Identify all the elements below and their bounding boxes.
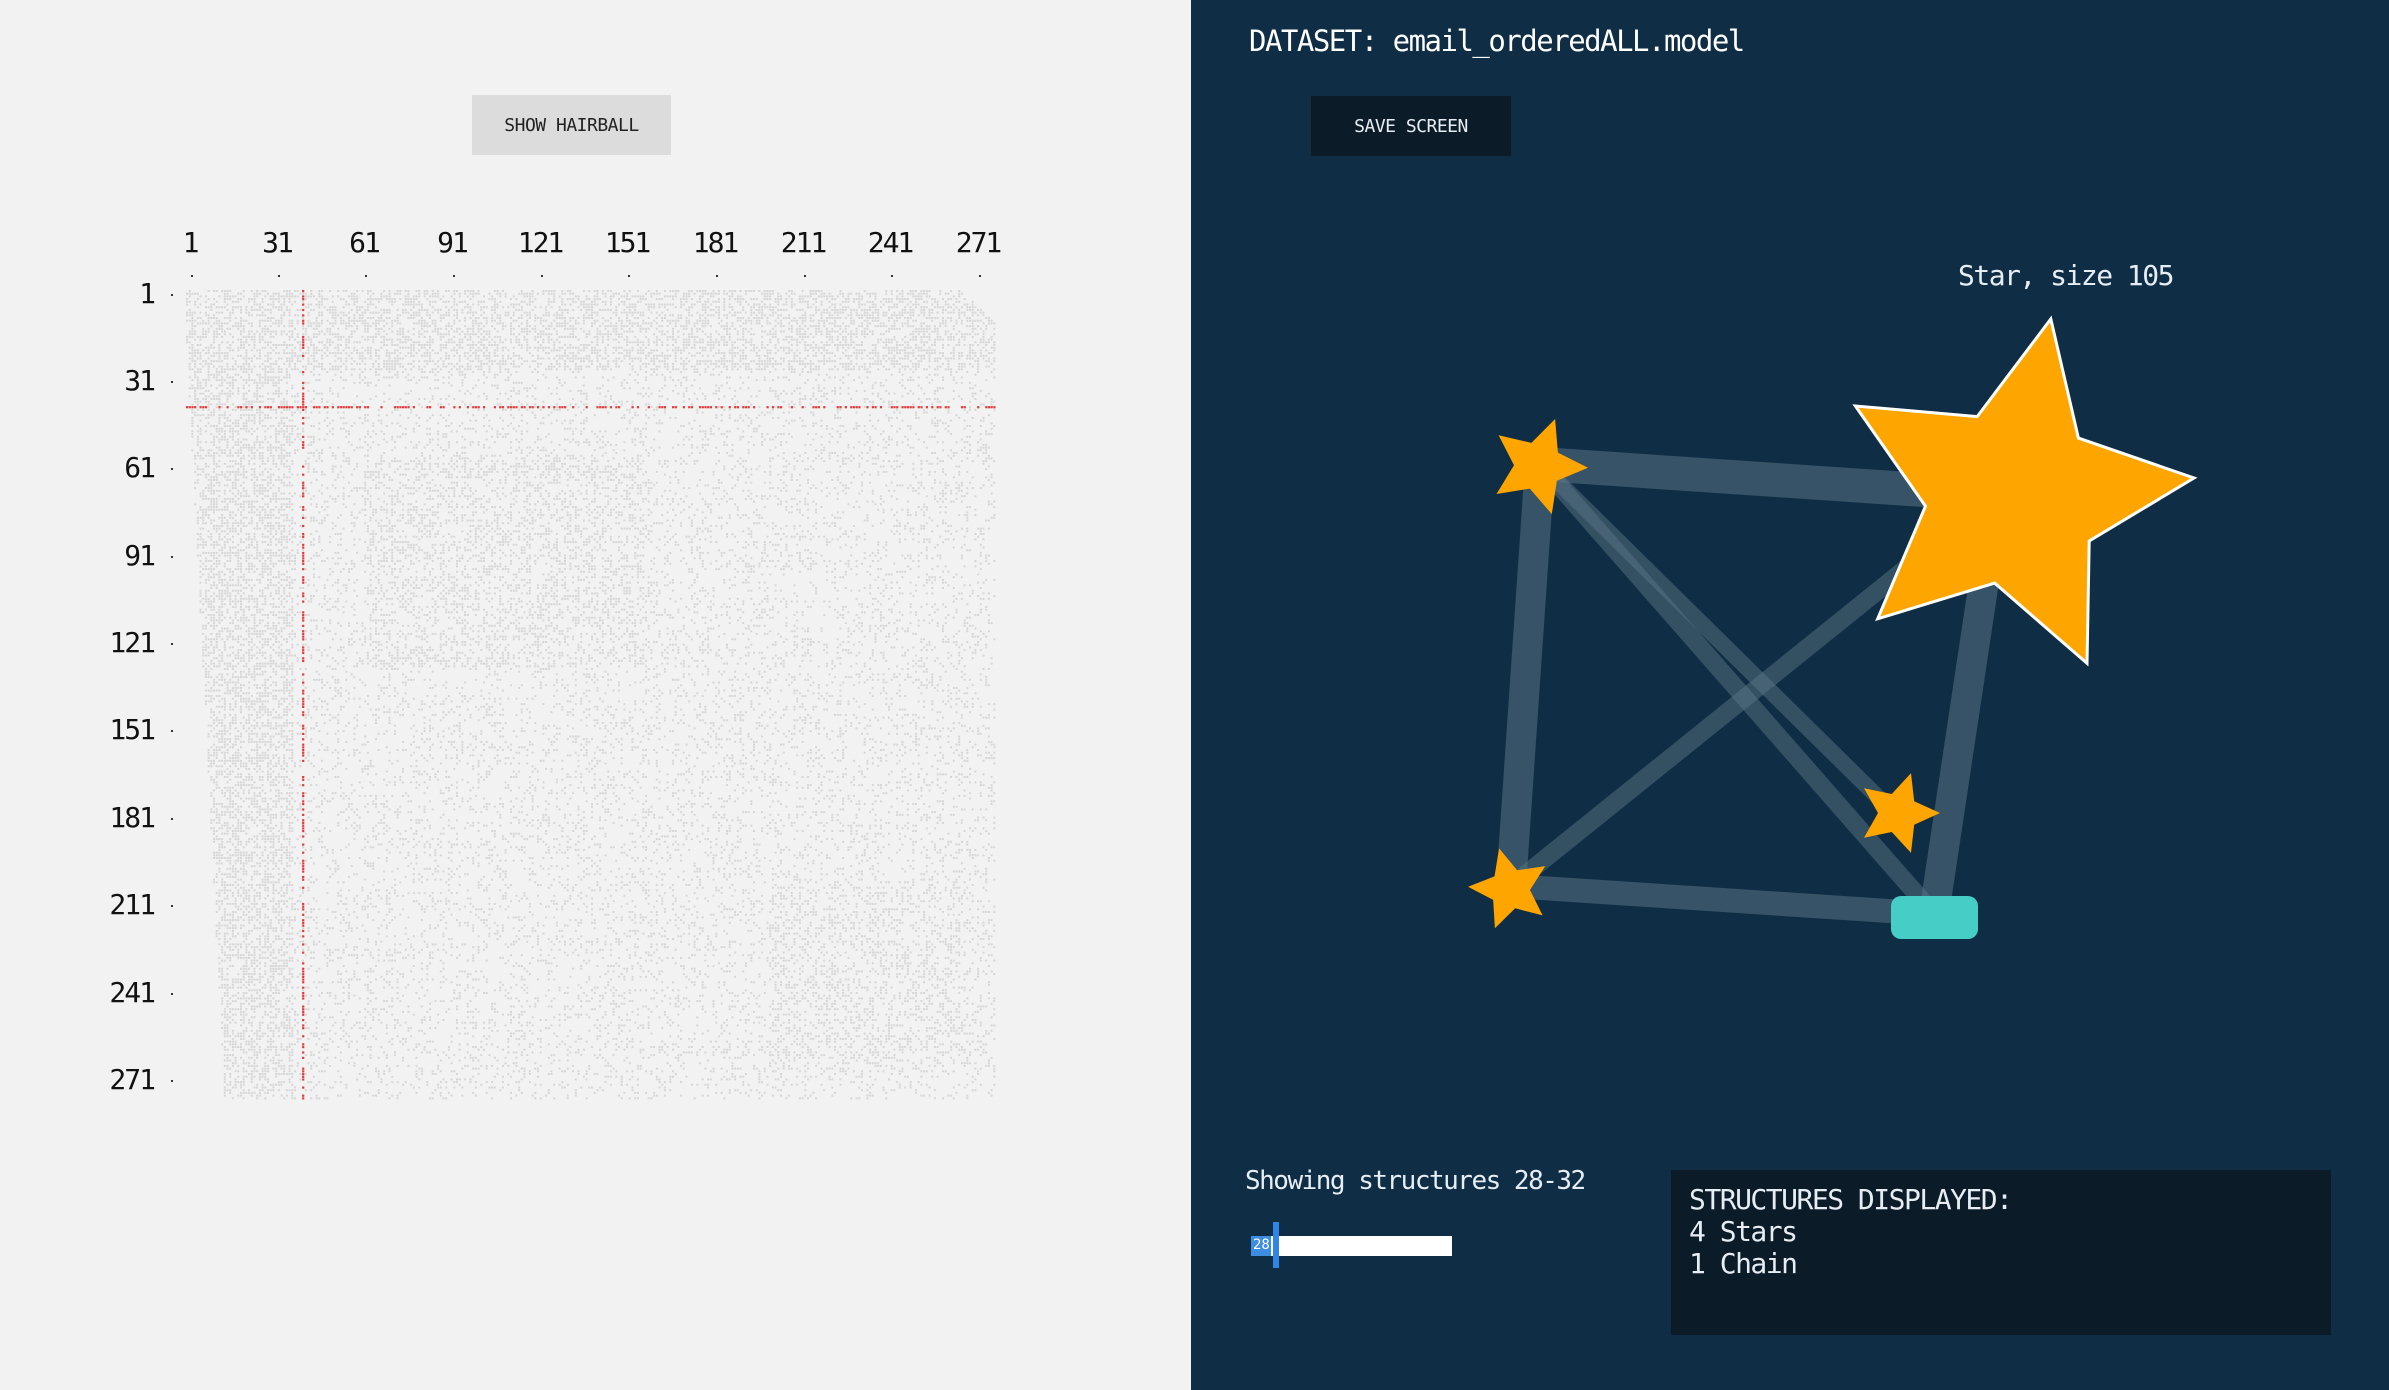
column-tick-mark — [278, 275, 280, 277]
column-tick-mark — [541, 275, 543, 277]
row-tick-label: 121 — [74, 626, 156, 659]
row-tick-label: 181 — [74, 801, 156, 834]
column-tick-mark — [365, 275, 367, 277]
column-tick-mark — [628, 275, 630, 277]
column-tick-mark — [804, 275, 806, 277]
structure-view-panel: DATASET: email_orderedALL.model SAVE SCR… — [1191, 0, 2389, 1390]
graph-edge — [1510, 874, 1935, 926]
column-tick-mark — [453, 275, 455, 277]
structure-slider-track[interactable] — [1251, 1236, 1452, 1256]
column-tick-label: 91 — [437, 226, 469, 259]
structures-chain-count: 1 Chain — [1689, 1247, 1798, 1280]
row-tick-label: 61 — [74, 451, 156, 484]
structure-graph[interactable] — [1191, 0, 2389, 1100]
row-tick-mark — [171, 556, 173, 558]
column-tick-label: 181 — [693, 226, 740, 259]
column-tick-label: 121 — [518, 226, 565, 259]
row-tick-mark — [171, 294, 173, 296]
structures-heading: STRUCTURES DISPLAYED: — [1689, 1183, 2013, 1216]
column-tick-label: 271 — [956, 226, 1003, 259]
column-tick-label: 61 — [349, 226, 381, 259]
row-tick-mark — [171, 468, 173, 470]
show-hairball-button[interactable]: SHOW HAIRBALL — [472, 95, 671, 155]
row-tick-mark — [171, 905, 173, 907]
graph-edge — [1534, 458, 1902, 821]
row-tick-mark — [171, 993, 173, 995]
column-tick-label: 211 — [781, 226, 828, 259]
showing-structures-text: Showing structures 28-32 — [1245, 1166, 1586, 1196]
column-tick-label: 241 — [868, 226, 915, 259]
row-tick-mark — [171, 381, 173, 383]
column-tick-label: 151 — [605, 226, 652, 259]
column-tick-mark — [891, 275, 893, 277]
structure-slider-value: 28 — [1253, 1237, 1270, 1253]
adjacency-matrix[interactable] — [186, 290, 996, 1100]
row-tick-label: 271 — [74, 1063, 156, 1096]
row-tick-label: 91 — [74, 539, 156, 572]
row-tick-label: 241 — [74, 976, 156, 1009]
hover-tooltip-label: Star, size 105 — [1958, 259, 2175, 292]
column-tick-mark — [716, 275, 718, 277]
row-tick-label: 151 — [74, 713, 156, 746]
row-tick-label: 1 — [74, 277, 156, 310]
column-tick-label: 31 — [262, 226, 294, 259]
column-tick-label: 1 — [183, 226, 200, 259]
adjacency-matrix-panel: SHOW HAIRBALL 1 31 61 91 121 151 181 211 241 271 … — [0, 0, 1191, 1390]
structures-info-panel: STRUCTURES DISPLAYED: 4 Stars 1 Chain — [1671, 1170, 2331, 1335]
structure-slider-handle[interactable] — [1273, 1222, 1279, 1268]
row-tick-label: 211 — [74, 888, 156, 921]
row-tick-mark — [171, 1080, 173, 1082]
row-tick-mark — [171, 643, 173, 645]
row-tick-mark — [171, 818, 173, 820]
column-tick-mark — [191, 275, 193, 277]
structures-stars-count: 4 Stars — [1689, 1215, 1798, 1248]
row-tick-label: 31 — [74, 364, 156, 397]
graph-edge — [1496, 462, 1555, 888]
row-tick-mark — [171, 730, 173, 732]
column-tick-mark — [979, 275, 981, 277]
chain-node[interactable] — [1891, 896, 1978, 939]
